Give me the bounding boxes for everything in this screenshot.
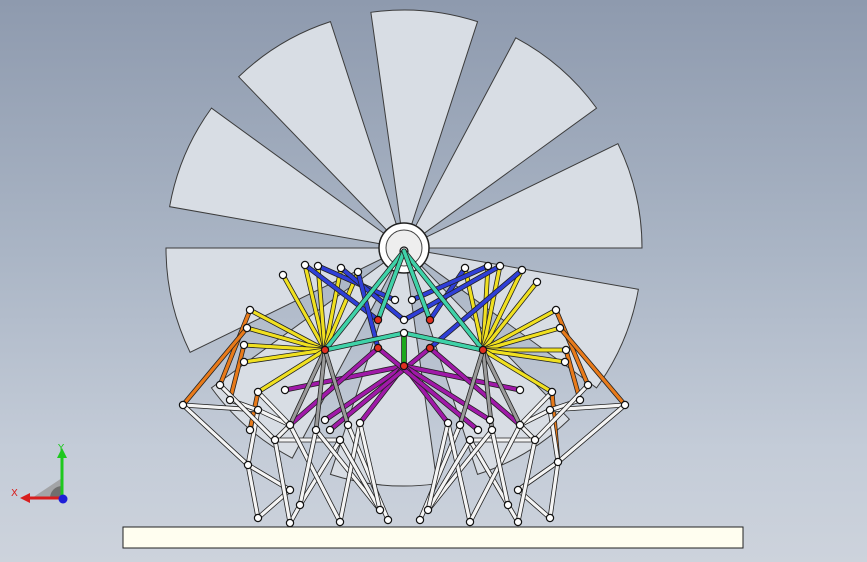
joint-pin[interactable]: [253, 405, 263, 415]
joint-pin[interactable]: [399, 361, 409, 371]
coordinate-triad: Y X: [11, 443, 68, 504]
joint-pin[interactable]: [343, 420, 353, 430]
joint-pin[interactable]: [313, 261, 323, 271]
joint-pin[interactable]: [253, 387, 263, 397]
link-bar[interactable]: [548, 460, 560, 520]
joint-pin[interactable]: [513, 485, 523, 495]
joint-pin[interactable]: [460, 263, 470, 273]
joint-pin[interactable]: [245, 425, 255, 435]
rotor-hub[interactable]: [378, 222, 430, 274]
joint-pin[interactable]: [215, 380, 225, 390]
joint-pin[interactable]: [373, 343, 383, 353]
joint-pin[interactable]: [311, 425, 321, 435]
joint-pin[interactable]: [532, 277, 542, 287]
joint-pin[interactable]: [455, 420, 465, 430]
joint-pin[interactable]: [478, 345, 488, 355]
joint-pin[interactable]: [375, 505, 385, 515]
joint-pin[interactable]: [485, 415, 495, 425]
joint-pin[interactable]: [242, 323, 252, 333]
joint-pin[interactable]: [295, 500, 305, 510]
joint-pin[interactable]: [383, 515, 393, 525]
joint-pin[interactable]: [503, 500, 513, 510]
joint-pin[interactable]: [178, 400, 188, 410]
link-bar[interactable]: [556, 403, 627, 464]
joint-pin[interactable]: [423, 505, 433, 515]
joint-pin[interactable]: [285, 485, 295, 495]
joint-pin[interactable]: [239, 340, 249, 350]
joint-pin[interactable]: [335, 435, 345, 445]
joint-pin[interactable]: [320, 415, 330, 425]
joint-pin[interactable]: [425, 343, 435, 353]
joint-pin[interactable]: [325, 425, 335, 435]
z-axis-dot-icon: [58, 494, 68, 504]
joint-pin[interactable]: [425, 315, 435, 325]
joint-pin[interactable]: [465, 435, 475, 445]
joint-pin[interactable]: [551, 305, 561, 315]
joint-pin[interactable]: [515, 420, 525, 430]
graphics-viewport[interactable]: Y X: [0, 0, 867, 562]
joint-pin[interactable]: [487, 425, 497, 435]
joint-pin[interactable]: [399, 328, 409, 338]
base-plate[interactable]: [122, 526, 744, 549]
joint-pin[interactable]: [270, 435, 280, 445]
joint-pin[interactable]: [545, 513, 555, 523]
joint-pin[interactable]: [239, 357, 249, 367]
joint-pin[interactable]: [473, 425, 483, 435]
joint-pin[interactable]: [355, 418, 365, 428]
x-axis-arrowhead-icon: [20, 493, 30, 503]
x-axis-label: X: [11, 488, 18, 499]
joint-pin[interactable]: [373, 315, 383, 325]
joint-pin[interactable]: [399, 315, 409, 325]
joint-pin[interactable]: [415, 515, 425, 525]
strandbeest-model-view[interactable]: [0, 0, 867, 562]
joint-pin[interactable]: [320, 345, 330, 355]
joint-pin[interactable]: [513, 517, 523, 527]
joint-pin[interactable]: [253, 513, 263, 523]
y-axis-label: Y: [57, 443, 65, 454]
joint-pin[interactable]: [545, 405, 555, 415]
joint-pin[interactable]: [285, 420, 295, 430]
joint-pin[interactable]: [285, 518, 295, 528]
joint-pin[interactable]: [561, 345, 571, 355]
joint-pin[interactable]: [560, 357, 570, 367]
joint-pin[interactable]: [353, 267, 363, 277]
joint-pin[interactable]: [243, 460, 253, 470]
joint-pin[interactable]: [547, 387, 557, 397]
joint-pin[interactable]: [575, 395, 585, 405]
joint-pin[interactable]: [407, 295, 417, 305]
joint-pin[interactable]: [530, 435, 540, 445]
joint-pin[interactable]: [515, 385, 525, 395]
joint-pin[interactable]: [335, 517, 345, 527]
joint-pin[interactable]: [483, 261, 493, 271]
joint-pin[interactable]: [465, 517, 475, 527]
joint-pin[interactable]: [517, 265, 527, 275]
link-bar[interactable]: [246, 463, 260, 520]
joint-pin[interactable]: [336, 263, 346, 273]
joint-pin[interactable]: [225, 395, 235, 405]
joint-pin[interactable]: [300, 260, 310, 270]
joint-pin[interactable]: [620, 400, 630, 410]
joint-pin[interactable]: [280, 385, 290, 395]
joint-pin[interactable]: [583, 380, 593, 390]
joint-pin[interactable]: [443, 418, 453, 428]
joint-pin[interactable]: [245, 305, 255, 315]
joint-pin[interactable]: [495, 261, 505, 271]
joint-pin[interactable]: [390, 295, 400, 305]
joint-pin[interactable]: [278, 270, 288, 280]
joint-pin[interactable]: [555, 323, 565, 333]
joint-pin[interactable]: [553, 457, 563, 467]
